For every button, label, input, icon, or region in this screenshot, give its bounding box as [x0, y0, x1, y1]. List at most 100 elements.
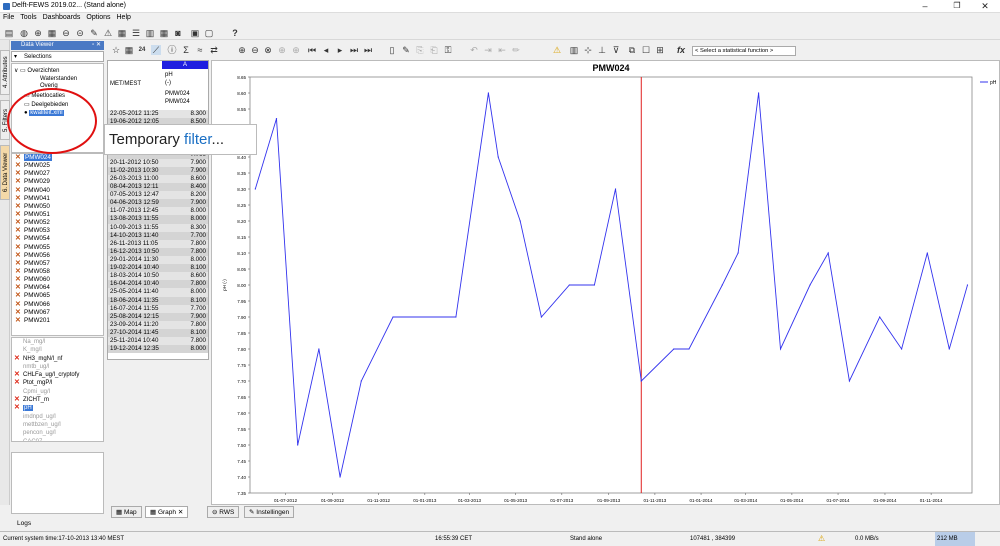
parameter-item[interactable]: ✕ Ptot_mgP/l [12, 379, 103, 387]
parameter-item[interactable]: pencon_ug/l [12, 429, 103, 437]
table-row[interactable]: 08-04-2013 12:11 8.400 [108, 182, 208, 192]
last-icon[interactable]: ⏭ [349, 45, 359, 55]
parameter-item[interactable]: imdnpd_ug/l [12, 413, 103, 421]
location-item[interactable]: ✕ PMW040 [12, 187, 103, 195]
table-row[interactable]: 23-09-2014 11:20 7.800 [108, 320, 208, 329]
save-icon[interactable]: ▣ [190, 28, 200, 38]
zoom-x-icon[interactable]: ⊕ [277, 45, 287, 55]
tree-waterstanden[interactable]: Waterstanden [40, 76, 77, 82]
table-row[interactable]: 13-08-2013 11:55 8.000 [108, 215, 208, 224]
ph-chart[interactable]: PMW024 7.35 7.40 7.45 7.50 7.55 7.60 7.65 7.70 7.… [212, 61, 1000, 506]
menu-options[interactable]: Options [83, 13, 113, 21]
close-button[interactable]: ✕ [970, 0, 1000, 13]
table-row[interactable]: 19-02-2014 10:40 8.100 [108, 264, 208, 273]
line-chart-icon[interactable]: ⟋ [151, 45, 161, 55]
export-icon[interactable]: ⇤ [497, 45, 507, 55]
undo-icon[interactable]: ↶ [469, 45, 479, 55]
table-row[interactable]: 04-06-2013 12:59 7.900 [108, 199, 208, 208]
wrench-icon[interactable]: ✎ [89, 28, 99, 38]
table-row[interactable]: 16-12-2013 10:50 7.800 [108, 247, 208, 256]
window-icon[interactable]: ▢ [204, 28, 214, 38]
table-icon[interactable]: ▦ [159, 28, 169, 38]
location-item[interactable]: ✕ PMW027 [12, 170, 103, 178]
minimize-button[interactable]: – [910, 0, 940, 13]
parameter-item[interactable]: Cpmi_ug/l [12, 388, 103, 396]
paste-icon[interactable]: ⎗ [429, 45, 439, 55]
menu-help[interactable]: Help [114, 13, 134, 21]
copy-icon[interactable]: ⎘ [415, 45, 425, 55]
parameter-item[interactable]: ✕ NH3_mgN/l_nf [12, 355, 103, 363]
table-row[interactable]: 19-12-2014 12:35 8.000 [108, 345, 208, 354]
maximize-button[interactable]: ❐ [942, 0, 972, 13]
table-row[interactable]: 16-07-2014 11:55 7.700 [108, 304, 208, 313]
panel-close-icon[interactable]: ▫ ✕ [92, 41, 101, 50]
location-item[interactable]: ✕ PMW067 [12, 309, 103, 317]
flag-warning-icon[interactable]: ⚠ [552, 45, 562, 55]
table-row[interactable]: 27-10-2014 11:45 8.100 [108, 328, 208, 338]
table-row[interactable]: 22-05-2012 11:25 8.300 [108, 110, 208, 119]
star-icon[interactable]: ☆ [111, 45, 121, 55]
stop-icon[interactable]: ⊖ [61, 28, 71, 38]
shuffle-icon[interactable]: ⇄ [209, 45, 219, 55]
menu-file[interactable]: File [0, 13, 17, 21]
tab-attributes[interactable]: 4. Attributes [0, 50, 10, 95]
edit-icon[interactable]: ✎ [401, 45, 411, 55]
location-item[interactable]: ✕ PMW055 [12, 244, 103, 252]
table-row[interactable]: 20-11-2012 10:50 7.900 [108, 158, 208, 167]
table-row[interactable]: 25-08-2014 12:15 7.900 [108, 312, 208, 321]
tab-instellingen[interactable]: ✎ Instellingen [244, 506, 295, 518]
level-icon[interactable]: ⊥ [597, 45, 607, 55]
help-icon[interactable]: ? [230, 28, 240, 38]
location-item[interactable]: ✕ PMW053 [12, 227, 103, 235]
hours-icon[interactable]: ≈ [195, 45, 205, 55]
table-row[interactable]: 18-06-2014 11:35 8.100 [108, 296, 208, 305]
location-item[interactable]: ✕ PMW058 [12, 268, 103, 276]
table-row[interactable]: 16-04-2014 10:40 7.800 [108, 280, 208, 289]
tab-map[interactable]: ▦ Map [111, 506, 142, 518]
location-item[interactable]: ✕ PMW056 [12, 252, 103, 260]
pencil-icon[interactable]: ✏ [511, 45, 521, 55]
statistical-function-select[interactable]: < Select a statistical function > [692, 46, 796, 56]
camera-icon[interactable]: ◙ [173, 28, 183, 38]
table-row[interactable]: 14-10-2013 11:40 7.700 [108, 231, 208, 240]
parameter-item[interactable]: nmtb_ug/l [12, 363, 103, 371]
location-item[interactable]: ✕ PMW050 [12, 203, 103, 211]
prev-icon[interactable]: ◂ [321, 45, 331, 55]
zoom-fit-icon[interactable]: ⊗ [263, 45, 273, 55]
selections-dropdown[interactable]: ▾ Selections [11, 51, 104, 62]
tab-data-viewer[interactable]: 6. Data Viewer [0, 145, 10, 200]
location-item[interactable]: ✕ PMW051 [12, 211, 103, 219]
zoom-level[interactable]: 24 [137, 45, 147, 55]
table-row[interactable]: 10-09-2013 11:55 8.300 [108, 223, 208, 232]
table-row[interactable]: 11-02-2013 10:30 7.900 [108, 166, 208, 175]
table-row[interactable]: 18-03-2014 10:50 8.600 [108, 272, 208, 281]
location-item[interactable]: ✕ PMW064 [12, 284, 103, 292]
parameter-item[interactable]: CAC07 [12, 438, 103, 441]
list-icon[interactable]: ☰ [131, 28, 141, 38]
add-point-icon[interactable]: ⊹ [583, 45, 593, 55]
parameter-item[interactable]: ✕ ZICHT_m [12, 396, 103, 404]
logs-label[interactable]: Logs [17, 520, 31, 527]
filter2-icon[interactable]: ⊽ [611, 45, 621, 55]
table-row[interactable]: 26-11-2013 11:05 7.800 [108, 239, 208, 248]
folder-icon[interactable]: ▤ [4, 28, 14, 38]
sum-icon[interactable]: Σ [181, 45, 191, 55]
layers-icon[interactable]: ⧉ [627, 45, 637, 55]
grid-lines-icon[interactable]: ⊞ [655, 45, 665, 55]
tree-overzichten[interactable]: ∨ ▭ Overzichten [14, 67, 59, 74]
location-item[interactable]: ✕ PMW060 [12, 276, 103, 284]
globe-icon[interactable]: ◍ [19, 28, 29, 38]
location-item[interactable]: ✕ PMW054 [12, 235, 103, 243]
chart-icon[interactable]: ▥ [145, 28, 155, 38]
table-row[interactable]: 26-03-2013 11:00 8.600 [108, 174, 208, 183]
table-row[interactable]: 29-01-2014 11:30 8.000 [108, 255, 208, 265]
check-icon[interactable]: ☐ [641, 45, 651, 55]
minus-icon[interactable]: ⊝ [75, 28, 85, 38]
parameter-item[interactable]: mettbzen_ug/l [12, 421, 103, 429]
table-row[interactable]: 25-11-2014 10:40 7.800 [108, 337, 208, 346]
parameter-item[interactable]: ✕ CHLFa_ug/l_cryptofy [12, 371, 103, 379]
table-view-icon[interactable]: ▦ [124, 45, 134, 55]
parameter-item[interactable]: Na_mg/l [12, 338, 103, 346]
parameter-item[interactable]: K_mg/l [12, 346, 103, 354]
grid-icon[interactable]: ▦ [47, 28, 57, 38]
